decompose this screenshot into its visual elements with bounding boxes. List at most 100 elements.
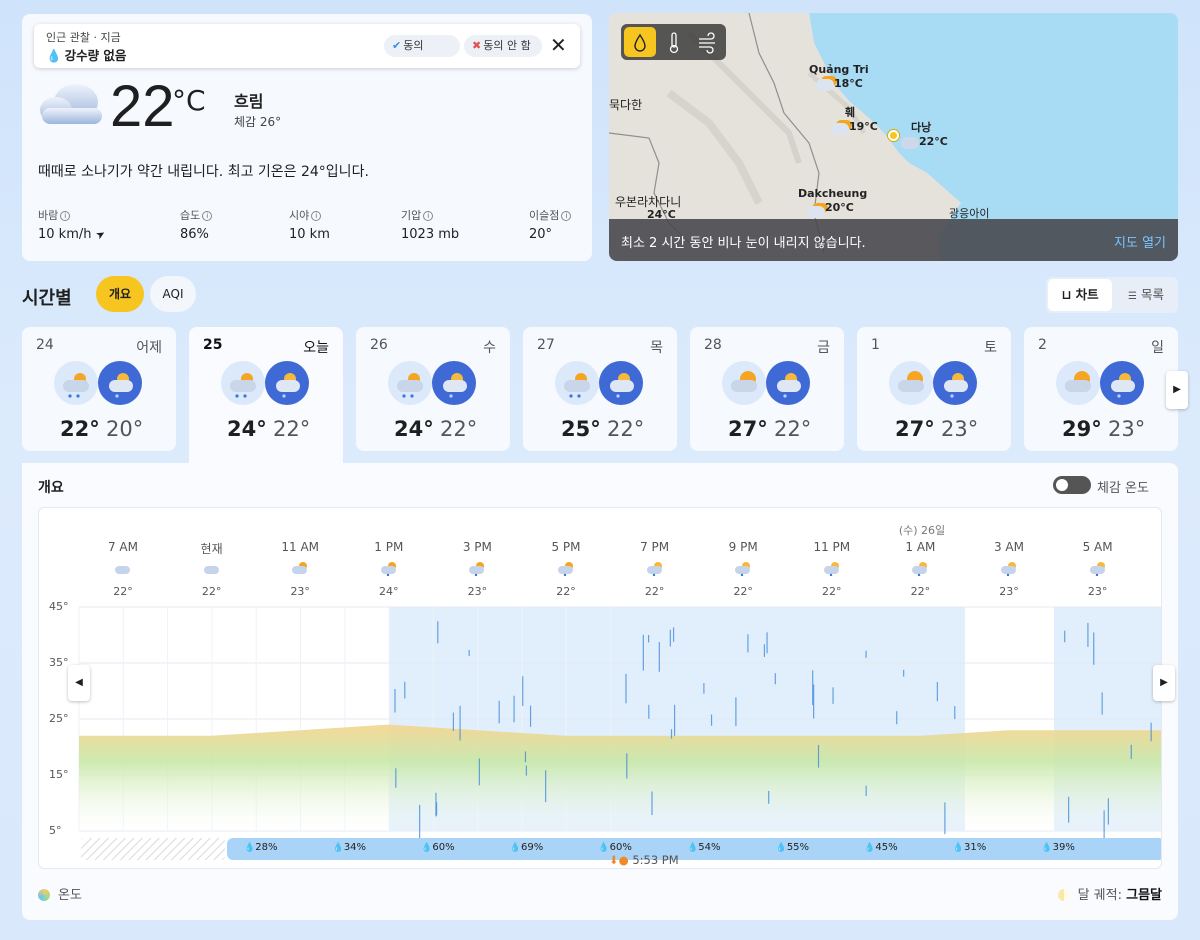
weather-map[interactable]: Quảng Tri 18°C 훼 19°C 다낭 22°C 묵다한 Dakche… <box>609 13 1178 261</box>
info-icon[interactable]: i <box>202 211 213 221</box>
map-city-quang-tri[interactable]: Quảng Tri <box>809 63 869 76</box>
info-icon[interactable]: i <box>561 211 572 221</box>
precip-chance: 💧60% <box>421 842 455 853</box>
observation-source: 인근 관찰 · 지금 <box>46 31 121 44</box>
agree-button[interactable]: ✔ 동의 <box>384 35 460 57</box>
raindrop-icon: 💧 <box>687 843 699 853</box>
stat-humidity: 습도 i 86% <box>180 207 213 242</box>
temperature-legend-icon <box>38 889 50 901</box>
day-high-temp: 27° <box>728 417 768 441</box>
day-card[interactable]: 26 수 24° 22° <box>356 327 510 451</box>
raindrop-icon: 💧 <box>244 843 256 853</box>
feels-like-toggle[interactable] <box>1053 476 1091 494</box>
hour-weather-icon <box>379 560 399 576</box>
map-city-da-nang[interactable]: 다낭 <box>911 119 931 135</box>
chart-scroll-right-icon[interactable]: ▶ <box>1153 665 1175 701</box>
temperature-area <box>79 724 1161 831</box>
disagree-button[interactable]: ✖ 동의 안 함 <box>464 35 542 57</box>
map-temp-dakcheung: 20°C <box>825 201 854 214</box>
cloudy-icon <box>40 84 102 124</box>
day-name: 토 <box>984 340 997 356</box>
hourly-section-title: 시간별 <box>22 288 72 309</box>
hour-weather-icon <box>556 560 576 576</box>
night-weather-icon <box>599 361 643 405</box>
day-name: 오늘 <box>303 340 329 356</box>
partly-sunny-icon <box>807 206 825 218</box>
hourly-chart[interactable]: (수) 26일 ⬇● 5:53 PM 45° 35° 25° 15° 5° 7 AM 22°… <box>38 507 1162 869</box>
temperature-layer-button[interactable] <box>658 27 690 57</box>
legend-moon: 달 궤적: 그믐달 <box>1057 884 1162 903</box>
chart-scroll-left-icon[interactable]: ◀ <box>68 665 90 701</box>
night-weather-icon <box>98 361 142 405</box>
day-card[interactable]: 28 금 27° 22° <box>690 327 844 451</box>
map-city-hue[interactable]: 훼 <box>845 104 855 120</box>
hour-weather-icon <box>822 560 842 576</box>
raindrop-icon: 💧 <box>775 843 787 853</box>
raindrop-icon: 💧 <box>864 843 876 853</box>
day-card[interactable]: 27 목 25° 22° <box>523 327 677 451</box>
precip-chance: 💧55% <box>775 842 810 853</box>
temperature-unit[interactable]: °C <box>172 84 206 117</box>
nearby-observation-banner: 인근 관찰 · 지금 💧 강수량 없음 ✔ 동의 ✖ 동의 안 함 ✕ <box>34 24 580 68</box>
current-location-dot <box>888 130 899 141</box>
wind-layer-button[interactable] <box>691 27 723 57</box>
day-card[interactable]: 24 어제 22° 20° <box>22 327 176 451</box>
hour-label: 9 PM <box>728 540 758 554</box>
info-icon[interactable]: i <box>423 211 434 221</box>
map-city-mukdahan[interactable]: 묵다한 <box>609 96 642 113</box>
day-number: 2 <box>1038 337 1047 353</box>
info-icon[interactable]: i <box>60 211 71 221</box>
map-city-dakcheung[interactable]: Dakcheung <box>798 187 867 200</box>
night-weather-icon <box>1100 361 1144 405</box>
chart-view-button[interactable]: ⊔ 차트 <box>1048 279 1112 311</box>
raindrop-icon: 💧 <box>421 843 433 853</box>
precipitation-layer-button[interactable] <box>624 27 656 57</box>
night-weather-icon <box>265 361 309 405</box>
hour-temperature: 23° <box>999 585 1019 598</box>
next-day-marker: (수) 26일 <box>898 524 946 537</box>
map-temp-quang-tri: 18°C <box>834 77 863 90</box>
panel-title: 개요 <box>38 480 64 496</box>
list-view-button[interactable]: ☰ 목록 <box>1116 279 1176 311</box>
close-icon[interactable]: ✕ <box>550 34 567 56</box>
tab-overview[interactable]: 개요 <box>96 276 144 312</box>
day-high-temp: 25° <box>561 417 601 441</box>
stat-pressure: 기압 i 1023 mb <box>401 209 460 242</box>
hour-temperature: 22° <box>644 585 665 598</box>
map-precip-banner: 최소 2 시간 동안 비나 눈이 내리지 않습니다. 지도 열기 <box>609 219 1178 261</box>
precip-chance: 💧45% <box>864 842 898 853</box>
sunset-icon: ⬇● <box>609 853 629 867</box>
hour-temperature: 23° <box>1087 585 1108 598</box>
day-low-temp: 22° <box>273 417 311 441</box>
hour-weather-icon <box>733 560 753 576</box>
list-icon: ☰ <box>1128 291 1137 302</box>
hour-label: 7 AM <box>107 540 138 554</box>
raindrop-icon: 💧 <box>332 843 344 853</box>
next-days-arrow-icon[interactable]: ▶ <box>1166 371 1188 409</box>
hour-label: 1 PM <box>374 540 404 554</box>
observation-headline: 💧 강수량 없음 <box>46 48 127 63</box>
day-card[interactable]: 2 일 29° 23° <box>1024 327 1178 451</box>
raindrop-icon: 💧 <box>46 48 62 63</box>
info-icon[interactable]: i <box>311 211 322 221</box>
hour-label: 3 AM <box>993 540 1024 554</box>
chart-icon: ⊔ <box>1061 287 1072 302</box>
sunset-marker: ⬇● 5:53 PM <box>609 853 679 867</box>
hour-weather-icon <box>999 560 1019 576</box>
day-card[interactable]: 25 오늘 24° 22° <box>189 327 343 467</box>
day-card[interactable]: 1 토 27° 23° <box>857 327 1011 451</box>
hour-temperature: 24° <box>379 585 399 598</box>
precip-chance: 💧28% <box>244 842 278 853</box>
hour-label: 11 AM <box>281 540 320 554</box>
hour-temperature: 22° <box>910 585 931 598</box>
partly-sunny-icon <box>831 123 849 135</box>
night-weather-icon <box>933 361 977 405</box>
open-map-link[interactable]: 지도 열기 <box>1114 232 1166 251</box>
tab-aqi[interactable]: AQI <box>150 276 196 312</box>
day-number: 24 <box>36 337 54 353</box>
precip-chance: 💧39% <box>1041 842 1075 853</box>
hour-label: 1 AM <box>905 540 936 554</box>
day-name: 금 <box>817 340 830 356</box>
hour-temperature: 23° <box>290 585 310 598</box>
hour-label: 7 PM <box>640 540 670 554</box>
